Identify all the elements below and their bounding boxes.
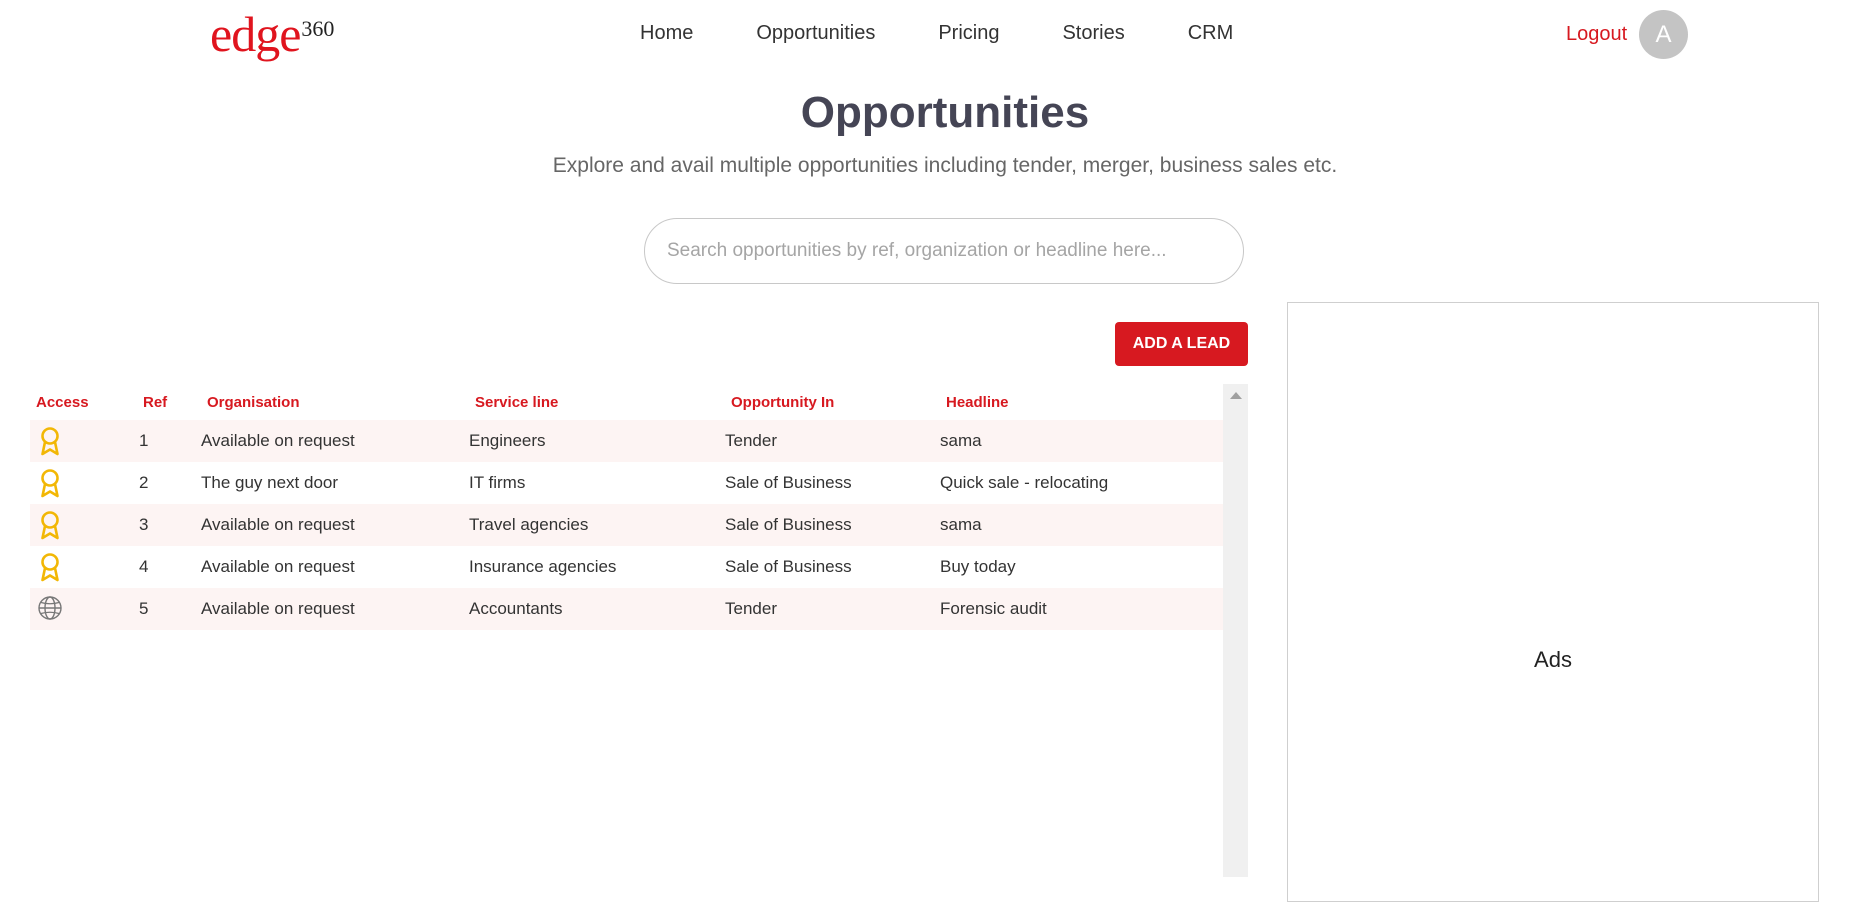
scroll-up-arrow-icon[interactable] (1230, 392, 1242, 399)
add-lead-button[interactable]: ADD A LEAD (1115, 322, 1248, 366)
column-header-headline[interactable]: Headline (946, 394, 1009, 411)
cell-service-line: Travel agencies (469, 515, 589, 534)
table-row[interactable]: 2 The guy next door IT firms Sale of Bus… (30, 462, 1223, 504)
cell-service-line: Insurance agencies (469, 557, 617, 576)
column-header-opportunity-in[interactable]: Opportunity In (731, 394, 834, 411)
cell-organisation: Available on request (201, 557, 355, 576)
cell-headline: Quick sale - relocating (940, 473, 1109, 492)
cell-opportunity-in: Sale of Business (725, 515, 852, 534)
cell-service-line: Engineers (469, 431, 546, 450)
column-header-organisation[interactable]: Organisation (207, 394, 300, 411)
ribbon-icon (41, 553, 59, 582)
nav-home[interactable]: Home (640, 22, 693, 45)
ads-label: Ads (1534, 647, 1572, 672)
cell-organisation: Available on request (201, 431, 355, 450)
cell-opportunity-in: Tender (725, 431, 777, 450)
ads-panel: Ads (1287, 302, 1819, 902)
cell-service-line: IT firms (469, 473, 526, 492)
nav-stories[interactable]: Stories (1062, 22, 1124, 45)
cell-opportunity-in: Sale of Business (725, 557, 852, 576)
logout-link[interactable]: Logout (1566, 23, 1627, 46)
column-header-ref[interactable]: Ref (143, 394, 167, 411)
cell-opportunity-in: Tender (725, 599, 777, 618)
globe-icon (38, 596, 62, 620)
column-header-access[interactable]: Access (36, 394, 89, 411)
cell-ref: 3 (139, 515, 149, 534)
main-nav: Home Opportunities Pricing Stories CRM (640, 22, 1296, 45)
cell-organisation: The guy next door (201, 473, 339, 492)
table-scrollbar[interactable] (1223, 384, 1248, 877)
table-row[interactable]: 5 Available on request Accountants Tende… (30, 588, 1223, 630)
ribbon-icon (41, 511, 59, 540)
brand-logo[interactable]: edge 360 (210, 6, 334, 62)
table-header: Access Ref Organisation Service line Opp… (30, 384, 1223, 420)
cell-ref: 1 (139, 431, 149, 450)
nav-pricing[interactable]: Pricing (938, 22, 999, 45)
search-input[interactable] (644, 218, 1244, 284)
avatar[interactable]: A (1639, 10, 1688, 59)
cell-service-line: Accountants (469, 599, 563, 618)
nav-crm[interactable]: CRM (1188, 22, 1234, 45)
ribbon-icon (41, 469, 59, 498)
column-header-service-line[interactable]: Service line (475, 394, 558, 411)
nav-opportunities[interactable]: Opportunities (756, 22, 875, 45)
cell-organisation: Available on request (201, 515, 355, 534)
cell-opportunity-in: Sale of Business (725, 473, 852, 492)
cell-ref: 4 (139, 557, 149, 576)
table-row[interactable]: 3 Available on request Travel agencies S… (30, 504, 1223, 546)
page-subtitle: Explore and avail multiple opportunities… (552, 154, 1338, 177)
cell-headline: sama (940, 515, 982, 534)
cell-headline: Forensic audit (940, 599, 1047, 618)
table-row[interactable]: 1 Available on request Engineers Tender … (30, 420, 1223, 462)
opportunities-table: Access Ref Organisation Service line Opp… (30, 384, 1223, 630)
logo-superscript: 360 (301, 16, 335, 41)
ribbon-icon (41, 427, 59, 456)
table-row[interactable]: 4 Available on request Insurance agencie… (30, 546, 1223, 588)
cell-organisation: Available on request (201, 599, 355, 618)
logo-wordmark: edge (210, 6, 301, 62)
cell-headline: sama (940, 431, 982, 450)
page-title: Opportunities (800, 88, 1090, 137)
cell-ref: 5 (139, 599, 149, 618)
cell-headline: Buy today (940, 557, 1016, 576)
cell-ref: 2 (139, 473, 149, 492)
